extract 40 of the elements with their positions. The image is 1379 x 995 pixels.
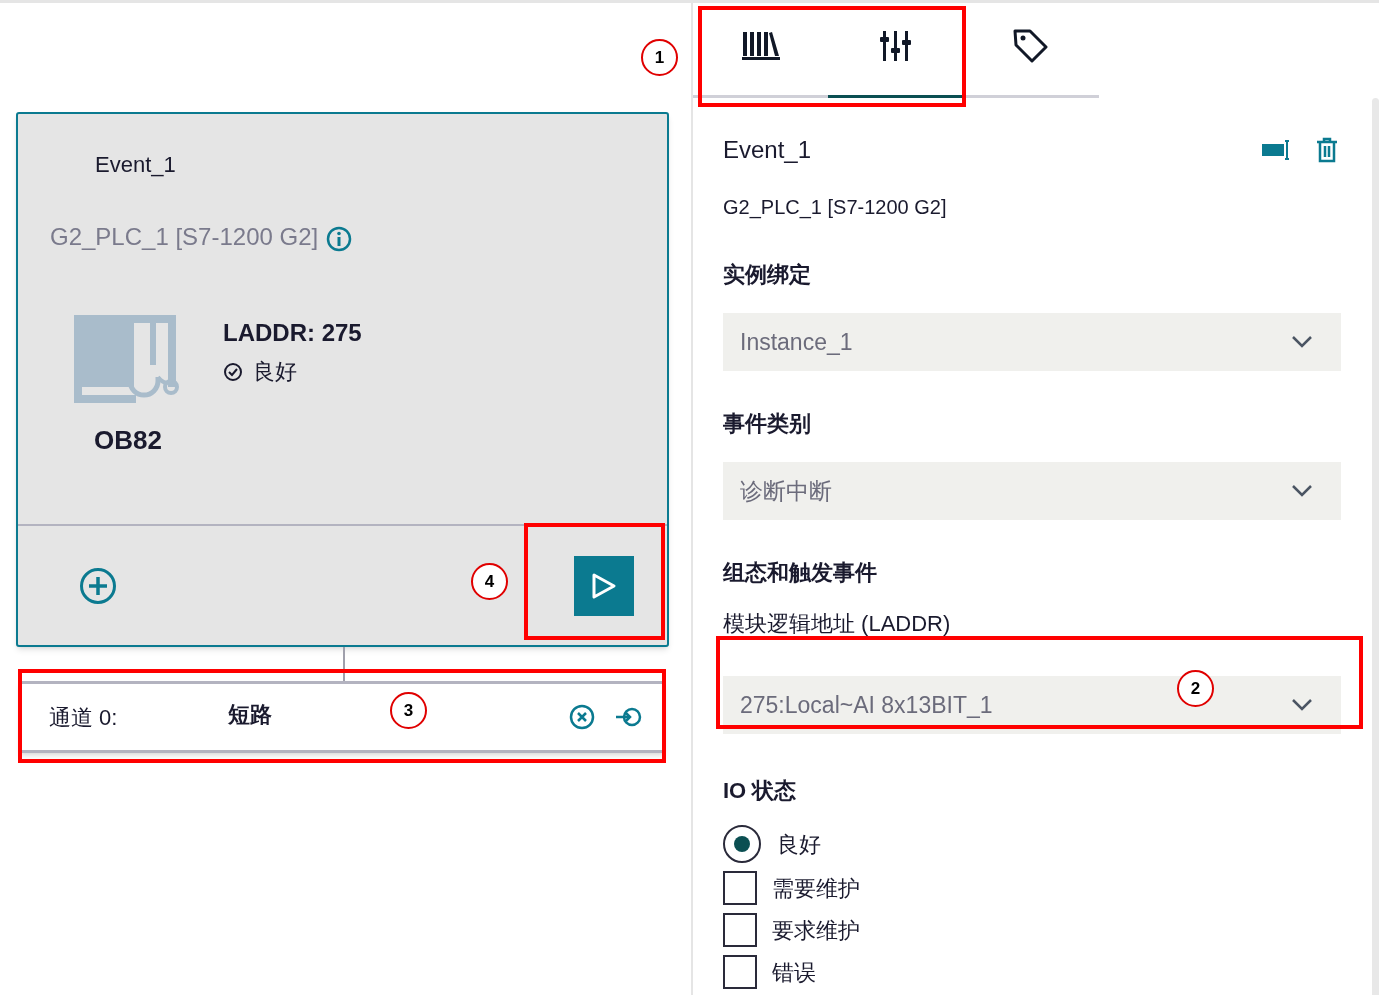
field-label: 模块逻辑地址 (LADDR) (723, 610, 952, 638)
channel-fault: 短路 (228, 700, 272, 729)
chevron-down-icon (1291, 484, 1313, 498)
close-circle-icon[interactable] (569, 704, 595, 730)
info-icon[interactable] (326, 226, 353, 252)
dropdown[interactable]: 诊断中断 (723, 462, 1341, 520)
section-heading: IO 状态 (723, 777, 798, 805)
sliders-icon (878, 29, 913, 63)
laddr-label: LADDR: 275 (223, 318, 362, 348)
block-name: OB82 (94, 424, 162, 457)
checkbox[interactable] (723, 955, 757, 989)
properties-device: G2_PLC_1 [S7-1200 G2] (723, 195, 948, 221)
radio-button[interactable] (723, 825, 761, 863)
tag-icon (1011, 27, 1050, 65)
play-button[interactable] (574, 555, 634, 616)
connect-icon[interactable] (615, 705, 643, 729)
option-label: 错误 (772, 958, 816, 987)
chevron-down-icon (1291, 698, 1313, 712)
option-label: 需要维护 (772, 874, 860, 903)
add-icon[interactable] (79, 566, 117, 605)
checkbox[interactable] (723, 913, 757, 947)
rename-icon[interactable] (1261, 138, 1291, 162)
dropdown[interactable]: Instance_1 (723, 313, 1341, 371)
section-heading: 实例绑定 (723, 261, 812, 289)
library-icon (740, 30, 781, 62)
section-heading: 事件类别 (723, 410, 812, 438)
check-circle-icon (223, 361, 243, 382)
event-title: Event_1 (95, 151, 177, 179)
play-icon (591, 571, 617, 600)
checkbox[interactable] (723, 871, 757, 905)
option-label: 良好 (777, 830, 821, 859)
status-text: 良好 (253, 358, 297, 386)
option-label: 要求维护 (772, 916, 860, 945)
trash-icon[interactable] (1315, 137, 1339, 163)
callout-number: 1 (641, 39, 678, 76)
channel-label: 通道 0: (49, 703, 119, 732)
device-name: G2_PLC_1 [S7-1200 G2] (50, 222, 319, 252)
section-heading: 组态和触发事件 (723, 559, 878, 587)
properties-title: Event_1 (723, 135, 812, 165)
chevron-down-icon (1291, 335, 1313, 349)
